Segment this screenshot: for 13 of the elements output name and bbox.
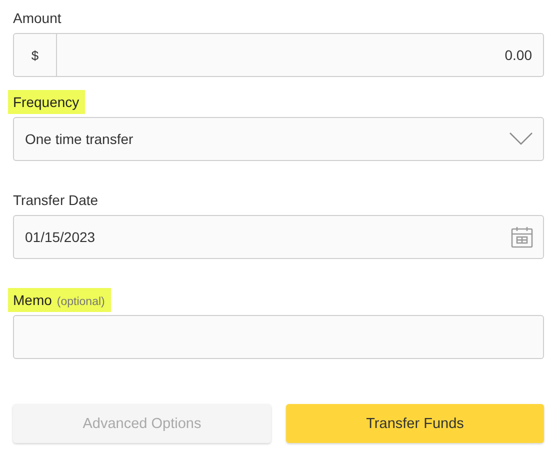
date-field[interactable]: 01/15/2023: [13, 215, 544, 259]
memo-input[interactable]: [13, 315, 544, 359]
field-label: Amount: [13, 9, 62, 28]
chevron-down-icon: [509, 132, 533, 146]
field-label: Transfer Date: [13, 191, 98, 210]
optional-hint: (optional): [56, 295, 105, 310]
transfer-funds-button[interactable]: Transfer Funds: [286, 404, 544, 443]
currency-prefix: $: [14, 34, 57, 76]
field-label: Memo: [13, 291, 52, 310]
field-label: Frequency: [8, 90, 86, 114]
calendar-icon: [511, 226, 533, 248]
frequency-dropdown[interactable]: One time transfer: [13, 117, 544, 161]
amount-field[interactable]: $ 0.00: [13, 33, 544, 77]
